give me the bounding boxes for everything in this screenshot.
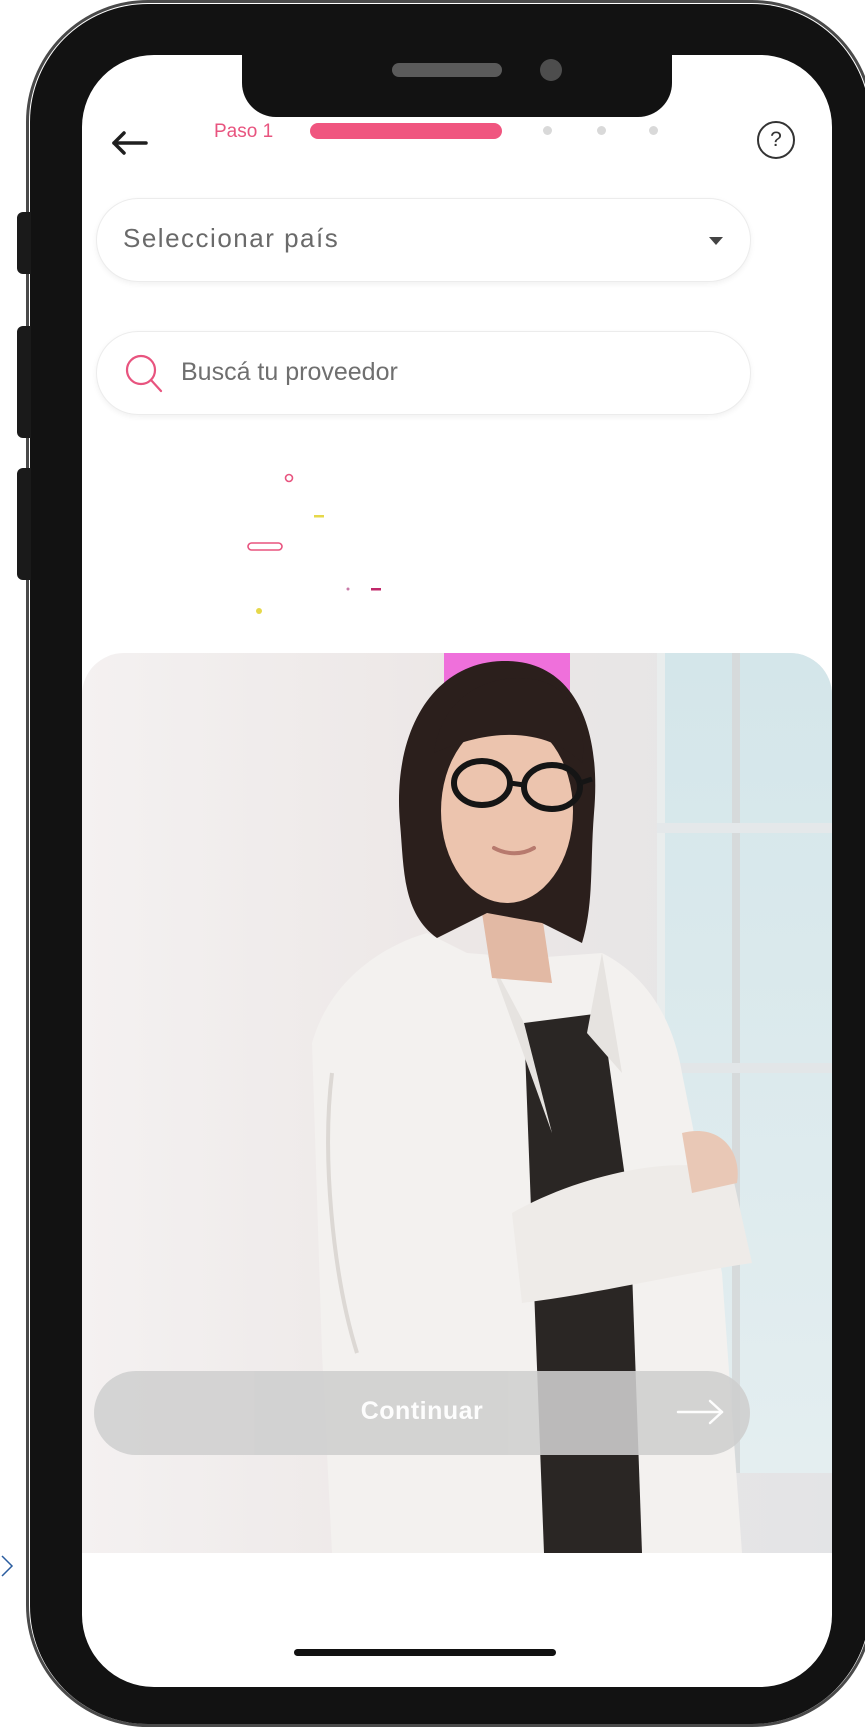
search-placeholder: Buscá tu proveedor: [181, 358, 398, 386]
arrow-left-icon: [112, 131, 148, 155]
volume-down-button: [17, 468, 31, 580]
speaker: [392, 63, 502, 77]
country-select[interactable]: Seleccionar país: [96, 198, 751, 282]
step-label: Paso 1: [214, 121, 274, 142]
notch: [242, 55, 672, 117]
progress-dot: [543, 126, 552, 135]
continue-button-label: Continuar: [360, 1397, 484, 1425]
back-button[interactable]: [110, 123, 158, 171]
camera: [540, 59, 562, 81]
country-select-value: Seleccionar país: [123, 223, 340, 253]
provider-search-input[interactable]: Buscá tu proveedor: [96, 331, 751, 415]
arrow-right-icon: [676, 1399, 724, 1425]
progress-active-segment: [310, 123, 502, 139]
help-button[interactable]: ?: [757, 121, 795, 159]
mute-switch: [17, 212, 31, 274]
volume-up-button: [17, 326, 31, 438]
home-indicator[interactable]: [294, 1649, 556, 1656]
search-icon: [125, 354, 163, 393]
continue-button[interactable]: Continuar: [94, 1371, 750, 1455]
caret-down-icon: [709, 237, 723, 245]
chevron-right-icon: [1, 1555, 14, 1577]
app-screen: Paso 1 ? Seleccionar país Buscá tu prove…: [82, 55, 832, 1687]
progress-dot: [597, 126, 606, 135]
progress-dot: [649, 126, 658, 135]
confetti-decoration: [247, 473, 381, 614]
